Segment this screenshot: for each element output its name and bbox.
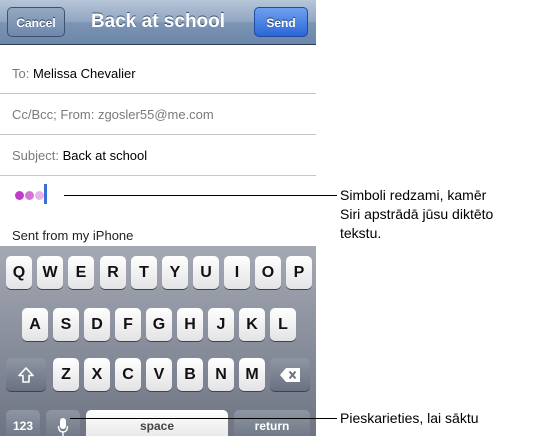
key-u[interactable]: U (193, 256, 219, 289)
shift-icon (18, 366, 34, 383)
subject-field[interactable]: Subject: Back at school (0, 135, 316, 176)
key-b[interactable]: B (177, 358, 203, 391)
key-m[interactable]: M (239, 358, 265, 391)
text-cursor (44, 184, 47, 204)
keyboard: Q W E R T Y U I O P A S D F G H J K L Z … (0, 246, 316, 436)
processing-dot (35, 191, 44, 200)
key-x[interactable]: X (84, 358, 110, 391)
microphone-icon (57, 417, 69, 436)
key-r[interactable]: R (100, 256, 126, 289)
to-field[interactable]: To: Melissa Chevalier (0, 53, 316, 94)
key-h[interactable]: H (177, 308, 203, 341)
key-v[interactable]: V (146, 358, 172, 391)
key-z[interactable]: Z (53, 358, 79, 391)
send-button[interactable]: Send (254, 7, 308, 37)
key-s[interactable]: S (53, 308, 79, 341)
key-w[interactable]: W (37, 256, 63, 289)
dots-callout-line-1: Simboli redzami, kamēr (340, 187, 487, 203)
key-k[interactable]: K (239, 308, 265, 341)
return-key[interactable]: return (234, 410, 310, 436)
numbers-key[interactable]: 123 (6, 410, 40, 436)
processing-dot (25, 191, 34, 200)
mic-callout: Pieskarieties, lai sāktu (340, 410, 479, 426)
subject-label: Subject: (12, 148, 59, 163)
to-label: To: (12, 66, 30, 81)
to-value: Melissa Chevalier (32, 66, 136, 81)
delete-icon (280, 367, 300, 382)
key-c[interactable]: C (115, 358, 141, 391)
key-d[interactable]: D (84, 308, 110, 341)
dots-callout: Simboli redzami, kamēr Siri apstrādā jūs… (340, 186, 493, 243)
key-f[interactable]: F (115, 308, 141, 341)
key-l[interactable]: L (270, 308, 296, 341)
key-g[interactable]: G (146, 308, 172, 341)
key-t[interactable]: T (131, 256, 157, 289)
delete-key[interactable] (270, 358, 310, 391)
dots-callout-line-2: Siri apstrādā jūsu diktēto (340, 206, 494, 222)
subject-value: Back at school (62, 148, 148, 163)
shift-key[interactable] (6, 358, 46, 391)
processing-dot (15, 191, 24, 200)
key-n[interactable]: N (208, 358, 234, 391)
key-o[interactable]: O (255, 256, 281, 289)
cc-bcc-from-label: Cc/Bcc; From: zgosler55@me.com (12, 107, 214, 122)
cc-bcc-field[interactable]: Cc/Bcc; From: zgosler55@me.com (0, 94, 316, 135)
key-p[interactable]: P (286, 256, 312, 289)
mic-callout-line (70, 418, 337, 419)
key-i[interactable]: I (224, 256, 250, 289)
dots-callout-line (64, 195, 337, 196)
dots-callout-line-3: tekstu. (340, 225, 382, 241)
key-e[interactable]: E (68, 256, 94, 289)
navigation-bar: Cancel Back at school Send (0, 0, 316, 45)
message-signature: Sent from my iPhone (12, 228, 134, 243)
key-a[interactable]: A (22, 308, 48, 341)
space-key[interactable]: space (86, 410, 228, 436)
dictation-key[interactable] (46, 410, 80, 436)
key-y[interactable]: Y (162, 256, 188, 289)
key-q[interactable]: Q (6, 256, 32, 289)
mail-compose-screen: Cancel Back at school Send To: Melissa C… (0, 0, 316, 436)
key-j[interactable]: J (208, 308, 234, 341)
